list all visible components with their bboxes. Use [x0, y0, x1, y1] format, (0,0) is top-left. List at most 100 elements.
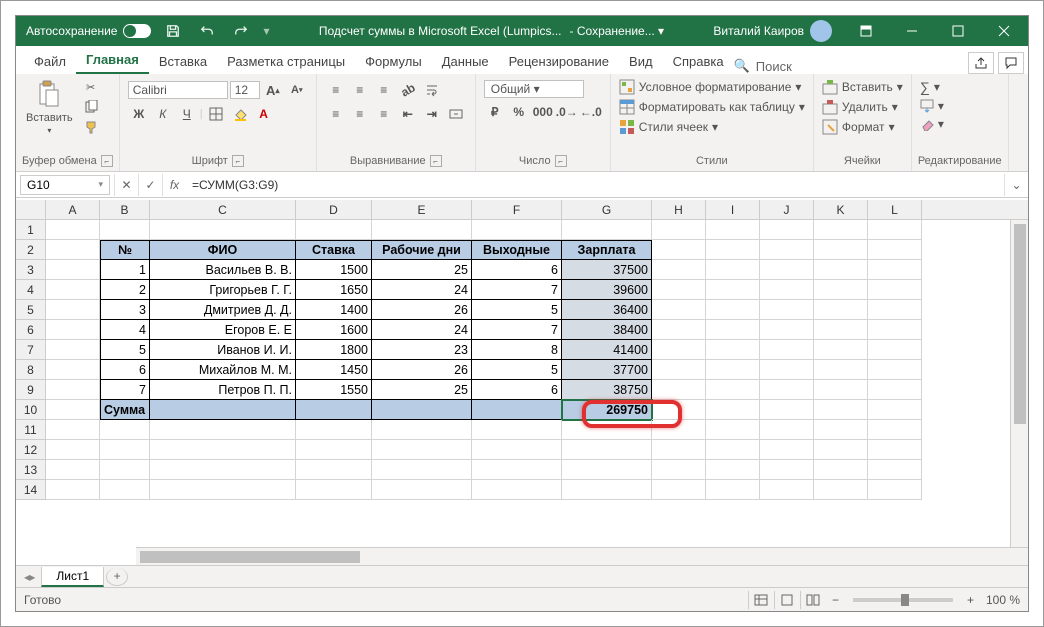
cell[interactable]	[372, 420, 472, 440]
tab-layout[interactable]: Разметка страницы	[217, 50, 355, 74]
font-color-button[interactable]: A	[253, 104, 275, 124]
bold-button[interactable]: Ж	[128, 104, 150, 124]
maximize-button[interactable]	[936, 16, 980, 46]
cell[interactable]	[814, 400, 868, 420]
cell[interactable]	[100, 460, 150, 480]
tab-data[interactable]: Данные	[432, 50, 499, 74]
cell[interactable]	[760, 280, 814, 300]
share-button[interactable]	[968, 52, 994, 74]
cell[interactable]	[814, 440, 868, 460]
scroll-thumb[interactable]	[140, 551, 360, 563]
cell[interactable]: 25	[372, 380, 472, 400]
row-header[interactable]: 8	[16, 360, 46, 380]
tab-review[interactable]: Рецензирование	[499, 50, 619, 74]
cell[interactable]	[760, 360, 814, 380]
cell[interactable]: 7	[472, 280, 562, 300]
cell[interactable]	[150, 460, 296, 480]
expand-formula-bar-button[interactable]: ⌄	[1004, 174, 1028, 196]
row-header[interactable]: 6	[16, 320, 46, 340]
cell[interactable]	[814, 260, 868, 280]
copy-button[interactable]	[81, 98, 101, 116]
cell[interactable]: Ставка	[296, 240, 372, 260]
cell[interactable]	[706, 340, 760, 360]
percent-button[interactable]: %	[508, 102, 530, 122]
fill-color-button[interactable]	[229, 104, 251, 124]
col-header-L[interactable]: L	[868, 200, 922, 219]
font-size-select[interactable]: 12	[230, 81, 260, 99]
row-header[interactable]: 5	[16, 300, 46, 320]
sheet-tab-1[interactable]: Лист1	[41, 567, 104, 587]
cell[interactable]: 26	[372, 360, 472, 380]
align-middle-button[interactable]: ≡	[349, 80, 371, 100]
cell[interactable]: Выходные	[472, 240, 562, 260]
cell[interactable]	[100, 420, 150, 440]
clear-button[interactable]: ▾	[918, 116, 946, 132]
cell[interactable]	[46, 220, 100, 240]
cell[interactable]	[46, 380, 100, 400]
cell[interactable]: 1650	[296, 280, 372, 300]
col-header-D[interactable]: D	[296, 200, 372, 219]
cell[interactable]: 24	[372, 320, 472, 340]
col-header-B[interactable]: B	[100, 200, 150, 219]
cell[interactable]: 24	[372, 280, 472, 300]
cell[interactable]: 5	[472, 300, 562, 320]
cell[interactable]: 1	[100, 260, 150, 280]
format-painter-button[interactable]	[81, 118, 101, 136]
cell[interactable]: 4	[100, 320, 150, 340]
align-center-button[interactable]: ≡	[349, 104, 371, 124]
underline-button[interactable]: Ч	[176, 104, 198, 124]
cell[interactable]	[706, 440, 760, 460]
cell[interactable]	[868, 420, 922, 440]
cell[interactable]	[472, 220, 562, 240]
cell[interactable]: 6	[472, 380, 562, 400]
tab-help[interactable]: Справка	[663, 50, 734, 74]
cell[interactable]	[46, 400, 100, 420]
cell[interactable]	[652, 340, 706, 360]
cell[interactable]: №	[100, 240, 150, 260]
cell[interactable]: 269750	[562, 400, 652, 420]
cell[interactable]: 39600	[562, 280, 652, 300]
redo-icon[interactable]	[229, 19, 253, 43]
cell[interactable]	[652, 300, 706, 320]
cell[interactable]	[372, 440, 472, 460]
col-header-G[interactable]: G	[562, 200, 652, 219]
toggle-switch[interactable]	[123, 24, 151, 38]
row-header[interactable]: 7	[16, 340, 46, 360]
cell[interactable]	[472, 440, 562, 460]
cell[interactable]	[296, 460, 372, 480]
zoom-out-button[interactable]: −	[826, 593, 845, 607]
user-account[interactable]: Виталий Каиров	[713, 20, 832, 42]
fill-button[interactable]: ▾	[918, 98, 946, 114]
cell[interactable]	[652, 260, 706, 280]
cell[interactable]	[100, 480, 150, 500]
cell[interactable]: 25	[372, 260, 472, 280]
cell[interactable]: 26	[372, 300, 472, 320]
comments-button[interactable]	[998, 52, 1024, 74]
increase-indent-button[interactable]: ⇥	[421, 104, 443, 124]
cell[interactable]	[706, 220, 760, 240]
cell[interactable]	[760, 480, 814, 500]
cell[interactable]	[46, 460, 100, 480]
cell[interactable]	[706, 380, 760, 400]
cell[interactable]	[706, 300, 760, 320]
cell[interactable]: 1450	[296, 360, 372, 380]
cell[interactable]	[150, 440, 296, 460]
cell[interactable]: Григорьев Г. Г.	[150, 280, 296, 300]
cell[interactable]	[46, 340, 100, 360]
decrease-decimal-button[interactable]: ←.0	[580, 102, 602, 122]
cell[interactable]: Петров П. П.	[150, 380, 296, 400]
cell[interactable]	[150, 220, 296, 240]
cell[interactable]	[760, 300, 814, 320]
comma-button[interactable]: 000	[532, 102, 554, 122]
cell[interactable]	[46, 480, 100, 500]
increase-decimal-button[interactable]: .0→	[556, 102, 578, 122]
cell[interactable]	[472, 480, 562, 500]
col-header-E[interactable]: E	[372, 200, 472, 219]
cell[interactable]: 6	[472, 260, 562, 280]
cell[interactable]	[706, 260, 760, 280]
add-sheet-button[interactable]: +	[106, 568, 128, 586]
cell[interactable]	[868, 260, 922, 280]
cell[interactable]	[652, 320, 706, 340]
clipboard-launcher[interactable]: ⌐	[101, 155, 113, 167]
cell[interactable]	[706, 400, 760, 420]
